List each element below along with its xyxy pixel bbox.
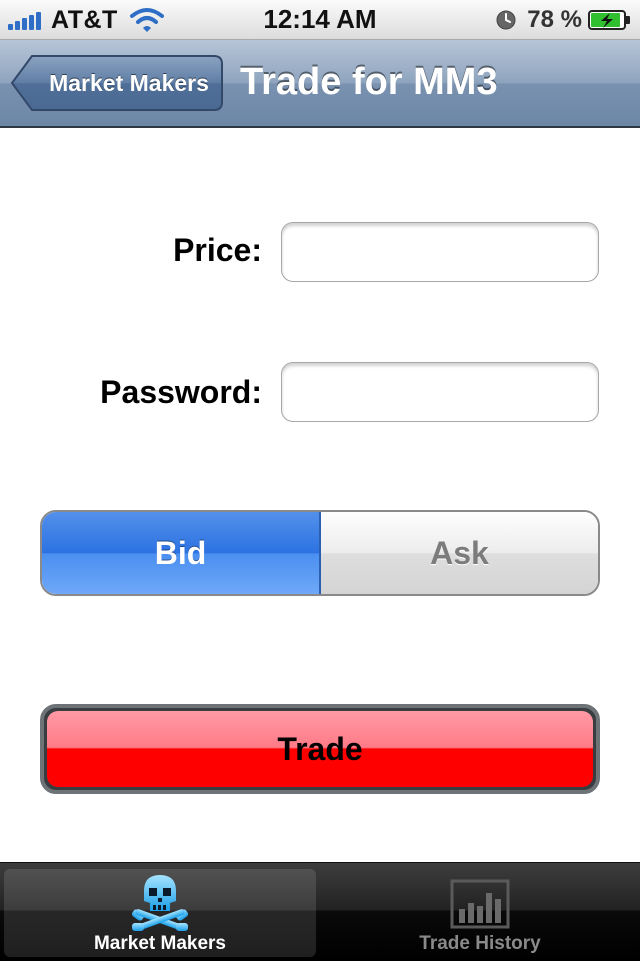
status-bar: AT&T 12:14 AM 78 %	[0, 0, 640, 40]
bid-ask-segmented-control: Bid Ask	[40, 510, 600, 596]
battery-percent: 78 %	[527, 6, 582, 33]
bar-chart-icon	[450, 879, 510, 929]
password-input[interactable]	[281, 362, 599, 422]
tab-trade-history[interactable]: Trade History	[324, 869, 636, 957]
tab-bar: Market Makers Trade History	[0, 862, 640, 961]
tab-market-makers-label: Market Makers	[93, 933, 227, 954]
price-label: Price:	[173, 232, 262, 268]
bid-segment[interactable]: Bid	[42, 512, 321, 594]
status-right-group: 78 %	[495, 6, 632, 34]
password-label: Password:	[100, 374, 262, 410]
back-button[interactable]: Market Makers	[10, 54, 224, 112]
skull-crossbones-icon	[131, 875, 189, 931]
back-button-label: Market Makers	[49, 70, 209, 96]
alarm-clock-icon	[496, 10, 516, 30]
battery-charging-icon	[588, 10, 630, 30]
trade-button[interactable]: Trade	[40, 704, 600, 794]
navigation-bar: Market Makers Trade for MM3	[0, 40, 640, 128]
trade-button-label: Trade	[47, 711, 593, 787]
price-input[interactable]	[281, 222, 599, 282]
tab-trade-history-label: Trade History	[419, 933, 541, 954]
ask-segment[interactable]: Ask	[321, 512, 598, 594]
tab-market-makers[interactable]: Market Makers	[4, 869, 316, 957]
page-title: Trade for MM3	[240, 61, 498, 103]
